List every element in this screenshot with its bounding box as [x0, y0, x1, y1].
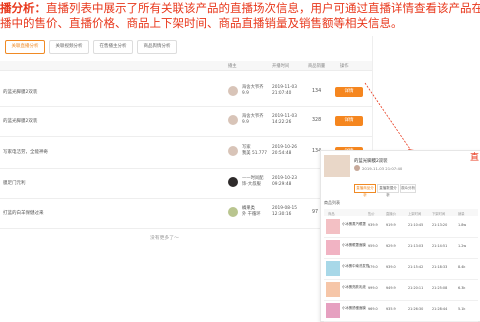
goods-row: 小冰蛋眼罩面膜 ¥59.0 ¥29.9 21:13:03 21:14:51 1.…	[324, 238, 478, 259]
pth-goods: 商品	[328, 211, 335, 216]
goods-list-title: 商品列表	[324, 200, 340, 205]
goods-live-price: ¥49.9	[386, 286, 396, 290]
goods-price: ¥99.0	[368, 286, 378, 290]
goods-sales: 1.2w	[458, 244, 467, 248]
popup-meta: 2019-11-03 21:07:40	[362, 166, 403, 171]
goods-image	[326, 282, 340, 297]
pth-price: 售价	[368, 211, 375, 216]
goods-name: 小冰蛋蒸汽眼罩	[342, 222, 366, 226]
goods-up-time: 21:15:42	[408, 265, 424, 269]
goods-down-time: 21:13:20	[432, 223, 448, 227]
goods-down-time: 21:28:44	[432, 307, 448, 311]
goods-image	[326, 261, 340, 276]
goods-live-price: ¥39.0	[386, 265, 396, 269]
goods-row: 小冰蛋舒缓面膜 ¥69.0 ¥35.9 21:26:30 21:28:44 5.…	[324, 301, 478, 322]
goods-name: 小冰蛋中南洗发膏	[342, 264, 370, 268]
goods-name: 小冰蛋亮肤乳液	[342, 285, 366, 289]
goods-name: 小冰蛋舒缓面膜	[342, 306, 366, 310]
goods-sales: 1.8w	[458, 223, 467, 227]
goods-down-time: 21:14:51	[432, 244, 448, 248]
goods-row: 小冰蛋蒸汽眼罩 ¥39.9 ¥19.9 21:10:45 21:13:20 1.…	[324, 217, 478, 238]
goods-down-time: 21:18:33	[432, 265, 448, 269]
goods-up-time: 21:20:11	[408, 286, 424, 290]
goods-up-time: 21:13:03	[408, 244, 424, 248]
goods-sales: 6.3k	[458, 286, 466, 290]
live-cover-image	[324, 155, 350, 177]
side-annotation: 直	[470, 153, 480, 163]
goods-live-price: ¥29.9	[386, 244, 396, 248]
goods-price: ¥59.0	[368, 244, 378, 248]
goods-image	[326, 303, 340, 318]
pth-down-time: 下架时间	[432, 211, 446, 216]
goods-price: ¥69.0	[368, 307, 378, 311]
live-detail-popup: 的蓝光脚膜2双装 2019-11-03 21:07:40 直播商品分析 直播数据…	[320, 150, 480, 322]
pth-sales: 销量	[458, 211, 465, 216]
goods-up-time: 21:26:30	[408, 307, 424, 311]
goods-table-header: 商品 售价 直播价 上架时间 下架时间 销量	[324, 209, 478, 216]
goods-row: 小冰蛋中南洗发膏 ¥79.0 ¥39.0 21:15:42 21:18:33 8…	[324, 259, 478, 280]
tab-data-analysis[interactable]: 直播数据分析	[377, 184, 399, 197]
goods-price: ¥39.9	[368, 223, 378, 227]
goods-image	[326, 240, 340, 255]
goods-up-time: 21:10:45	[408, 223, 424, 227]
goods-live-price: ¥19.9	[386, 223, 396, 227]
goods-sales: 8.4k	[458, 265, 466, 269]
goods-price: ¥79.0	[368, 265, 378, 269]
goods-name: 小冰蛋眼罩面膜	[342, 243, 366, 247]
tab-audience-analysis[interactable]: 观众分析	[400, 184, 416, 193]
goods-row: 小冰蛋亮肤乳液 ¥99.0 ¥49.9 21:20:11 21:25:08 6.…	[324, 280, 478, 301]
goods-live-price: ¥35.9	[386, 307, 396, 311]
tab-goods-analysis[interactable]: 直播商品分析	[354, 184, 376, 197]
goods-down-time: 21:25:08	[432, 286, 448, 290]
popup-title: 的蓝光脚膜2双装	[354, 159, 388, 164]
goods-sales: 5.1k	[458, 307, 466, 311]
pth-live-price: 直播价	[386, 211, 396, 216]
pth-up-time: 上架时间	[408, 211, 422, 216]
goods-image	[326, 219, 340, 234]
avatar	[354, 165, 360, 171]
